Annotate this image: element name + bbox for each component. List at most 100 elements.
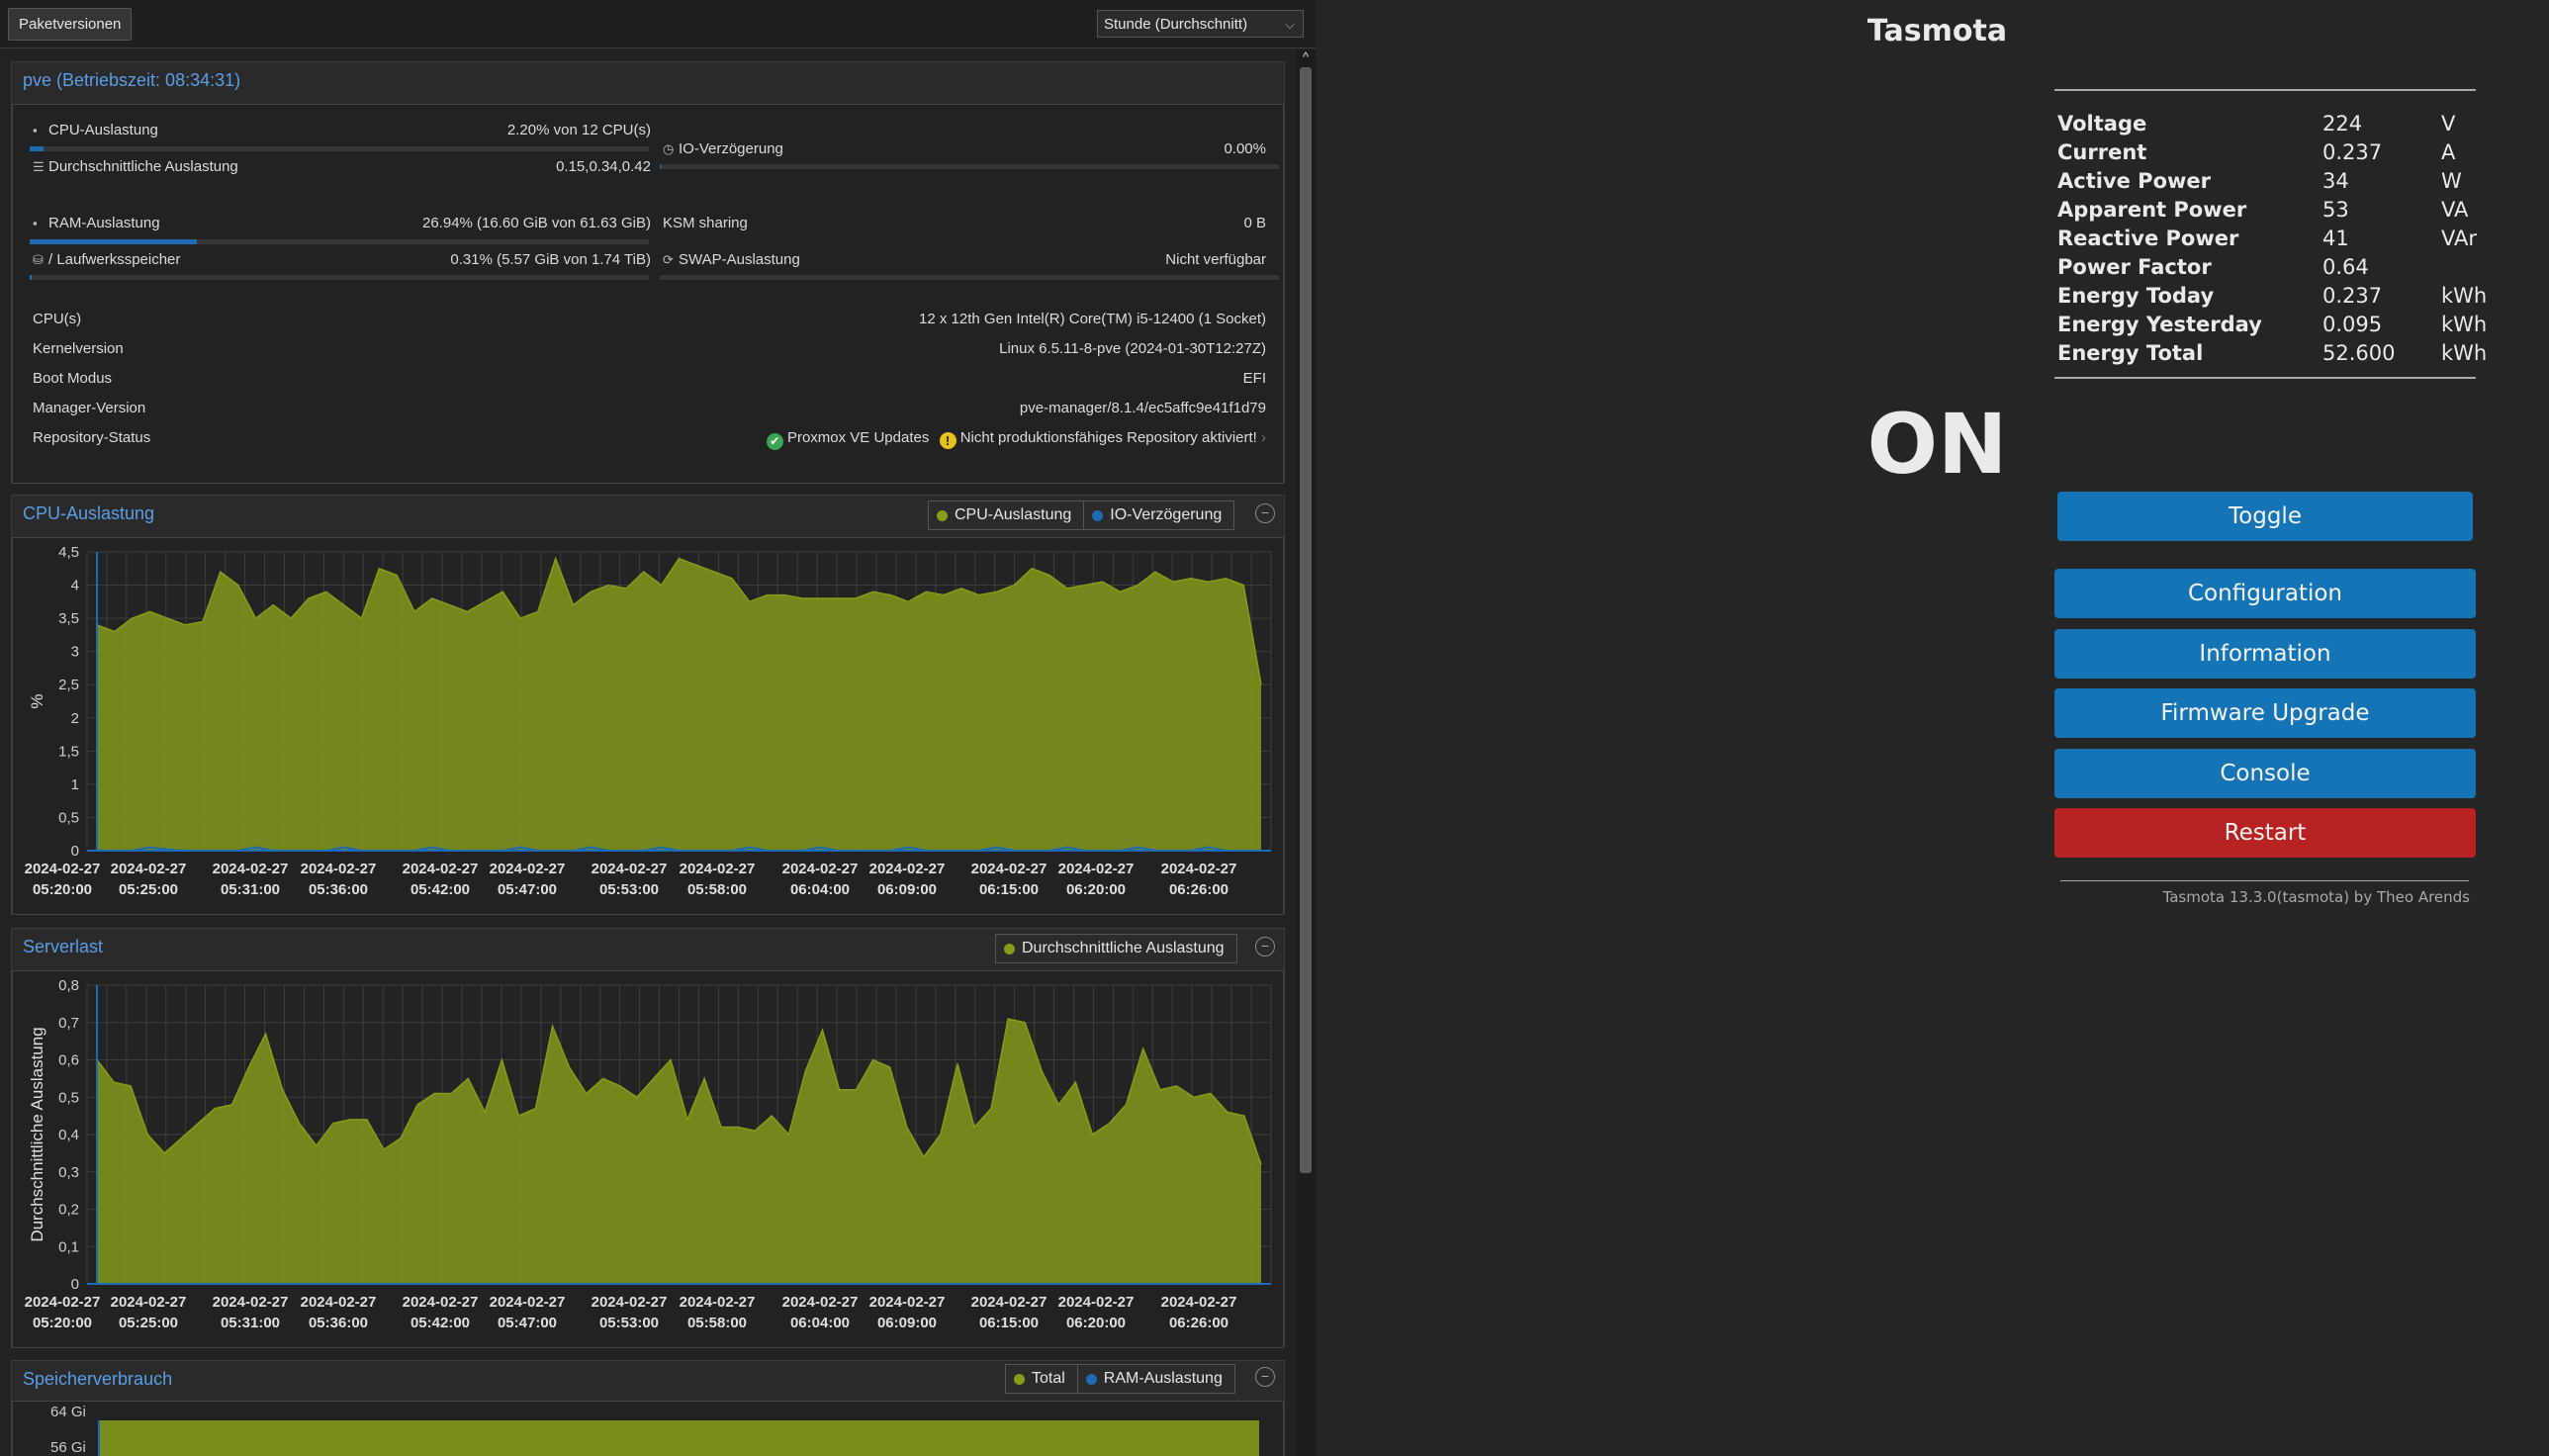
toggle-button[interactable]: Toggle bbox=[2057, 492, 2473, 541]
disk-value: 0.31% (5.57 GiB von 1.74 TiB) bbox=[450, 251, 651, 268]
sensor-value: 41 bbox=[2322, 226, 2349, 250]
timeframe-select[interactable]: Stunde (Durchschnitt) ⌵ bbox=[1097, 10, 1304, 38]
disk-bar-fill bbox=[30, 275, 32, 280]
x-tick-label: 2024-02-27 06:15:00 bbox=[971, 1294, 1047, 1331]
package-versions-button[interactable]: Paketversionen bbox=[8, 8, 133, 41]
x-tick-label: 2024-02-27 05:47:00 bbox=[490, 1294, 566, 1331]
sensor-label: Current bbox=[2057, 139, 2147, 164]
y-tick-label: 4 bbox=[71, 578, 79, 594]
y-tick-label: 0,4 bbox=[58, 1127, 79, 1143]
y-tick-label: 0,6 bbox=[58, 1052, 79, 1069]
collapse-icon[interactable]: − bbox=[1255, 937, 1275, 956]
x-tick-label: 2024-02-27 05:20:00 bbox=[25, 1294, 101, 1331]
info-value: EFI bbox=[1242, 370, 1266, 387]
collapse-icon[interactable]: − bbox=[1255, 1367, 1275, 1387]
x-tick-label: 2024-02-27 06:20:00 bbox=[1058, 1294, 1135, 1331]
sensor-row: Energy Today 0.237 kWh bbox=[2057, 281, 2487, 310]
x-tick-label: 2024-02-27 05:53:00 bbox=[592, 1294, 668, 1331]
ram-usage-bar-fill bbox=[30, 239, 197, 244]
load-chart-panel: Serverlast Durchschnittliche Auslastung … bbox=[11, 928, 1285, 1348]
y-tick-label: 0 bbox=[71, 1276, 79, 1293]
collapse-icon[interactable]: − bbox=[1255, 503, 1275, 523]
scrollbar-thumb[interactable] bbox=[1300, 67, 1312, 1173]
sensor-value: 0.237 bbox=[2322, 283, 2383, 308]
sensor-value: 52.600 bbox=[2322, 340, 2396, 365]
load-value: 0.15,0.34,0.42 bbox=[556, 158, 651, 175]
load-chart: 0 0,1 0,2 0,3 0,4 0,5 0,6 0,7 0,8 2024-02-27 05:20… bbox=[25, 977, 1272, 1331]
information-button[interactable]: Information bbox=[2054, 629, 2476, 679]
sensor-label: Energy Today bbox=[2057, 283, 2215, 308]
sensor-label: Power Factor bbox=[2057, 254, 2212, 279]
y-tick-label: 0,5 bbox=[58, 809, 79, 826]
cpu-chart: 0 0,5 1 1,5 2 2,5 3 3,5 4 4,5 2024-02-27 05:20:00 20… bbox=[25, 544, 1272, 898]
repo-status-value[interactable]: ✔ Proxmox VE Updates ! Nicht produktions… bbox=[766, 429, 1266, 450]
x-tick-label: 2024-02-27 05:58:00 bbox=[680, 1294, 756, 1331]
legend-ram[interactable]: RAM-Auslastung bbox=[1078, 1365, 1234, 1393]
x-tick-label: 2024-02-27 06:26:00 bbox=[1161, 861, 1237, 898]
tasmota-title: Tasmota bbox=[1866, 14, 2008, 48]
y-tick-label: 3,5 bbox=[58, 610, 79, 627]
sensor-label: Active Power bbox=[2057, 168, 2211, 193]
y-tick-label: 1 bbox=[71, 776, 79, 793]
legend-dot bbox=[937, 509, 948, 521]
sensor-row: Active Power 34 W bbox=[2057, 166, 2487, 195]
list-icon: ☰ bbox=[33, 159, 45, 174]
y-tick-label: 1,5 bbox=[58, 743, 79, 760]
firmware-upgrade-button[interactable]: Firmware Upgrade bbox=[2054, 688, 2476, 738]
info-label: Kernelversion bbox=[33, 340, 124, 357]
x-tick-label: 2024-02-27 06:26:00 bbox=[1161, 1294, 1237, 1331]
info-label: CPU(s) bbox=[33, 311, 82, 327]
sensor-unit: kWh bbox=[2441, 340, 2488, 365]
x-tick-label: 2024-02-27 05:31:00 bbox=[213, 1294, 289, 1331]
ksm-label: KSM sharing bbox=[663, 215, 748, 231]
clock-icon: ◷ bbox=[663, 141, 675, 156]
divider bbox=[2060, 880, 2469, 881]
scrollbar[interactable]: ^ bbox=[1296, 49, 1316, 1456]
check-circle-icon: ✔ bbox=[766, 433, 783, 450]
legend-cpu[interactable]: CPU-Auslastung bbox=[929, 501, 1085, 529]
sensor-value: 224 bbox=[2322, 111, 2363, 136]
cpu-chart-body: 0 0,5 1 1,5 2 2,5 3 3,5 4 4,5 2024-02-27 05:20:00 20… bbox=[12, 537, 1284, 915]
restart-button[interactable]: Restart bbox=[2054, 808, 2476, 858]
summary-panel: pve (Betriebszeit: 08:34:31) ▪ CPU-Auslas… bbox=[11, 61, 1285, 484]
x-tick-label: 2024-02-27 05:36:00 bbox=[301, 861, 377, 898]
io-delay-bar-fill bbox=[660, 164, 662, 169]
legend-dot bbox=[1004, 943, 1015, 955]
y-axis-label: % bbox=[28, 693, 46, 708]
sensor-unit: VAr bbox=[2441, 226, 2478, 250]
x-tick-label: 2024-02-27 05:36:00 bbox=[301, 1294, 377, 1331]
repo-ok-text: Proxmox VE Updates bbox=[786, 429, 930, 446]
x-tick-label: 2024-02-27 05:58:00 bbox=[680, 861, 756, 898]
summary-body: ▪ CPU-Auslastung 2.20% von 12 CPU(s) ☰ Dur… bbox=[12, 104, 1284, 484]
legend-total[interactable]: Total bbox=[1006, 1365, 1078, 1393]
y-axis-label: Durchschnittliche Auslastung bbox=[28, 1027, 46, 1241]
disk-label: ⛁ / Laufwerksspeicher bbox=[33, 251, 181, 268]
memory-chart-title: Speicherverbrauch bbox=[23, 1369, 173, 1389]
repo-status-label: Repository-Status bbox=[33, 429, 151, 446]
divider bbox=[2054, 89, 2476, 91]
y-tick-label: 4,5 bbox=[58, 544, 79, 561]
sensor-row: Current 0.237 A bbox=[2057, 137, 2487, 166]
y-tick-label: 0,1 bbox=[58, 1238, 79, 1255]
x-tick-label: 2024-02-27 06:04:00 bbox=[782, 1294, 859, 1331]
swap-label: ⟳ SWAP-Auslastung bbox=[663, 251, 800, 268]
load-label: ☰ Durchschnittliche Auslastung bbox=[33, 158, 238, 175]
sensor-unit: W bbox=[2441, 168, 2462, 193]
sensor-value: 34 bbox=[2322, 168, 2349, 193]
x-tick-label: 2024-02-27 06:20:00 bbox=[1058, 861, 1135, 898]
tasmota-footer: Tasmota 13.3.0(tasmota) by Theo Arends bbox=[2162, 888, 2470, 906]
y-tick-label: 2 bbox=[71, 710, 79, 727]
x-tick-label: 2024-02-27 06:04:00 bbox=[782, 861, 859, 898]
sensor-unit: kWh bbox=[2441, 283, 2488, 308]
legend-io[interactable]: IO-Verzögerung bbox=[1084, 501, 1233, 529]
x-tick-label: 2024-02-27 05:53:00 bbox=[592, 861, 668, 898]
ksm-value: 0 B bbox=[1243, 215, 1266, 231]
sensor-row: Reactive Power 41 VAr bbox=[2057, 224, 2487, 252]
scroll-up-arrow-icon[interactable]: ^ bbox=[1296, 49, 1316, 65]
legend-load[interactable]: Durchschnittliche Auslastung bbox=[996, 935, 1236, 962]
console-button[interactable]: Console bbox=[2054, 749, 2476, 798]
hdd-icon: ⛁ bbox=[33, 252, 44, 267]
configuration-button[interactable]: Configuration bbox=[2054, 569, 2476, 618]
x-tick-label: 2024-02-27 06:09:00 bbox=[869, 861, 946, 898]
x-tick-label: 2024-02-27 06:15:00 bbox=[971, 861, 1047, 898]
